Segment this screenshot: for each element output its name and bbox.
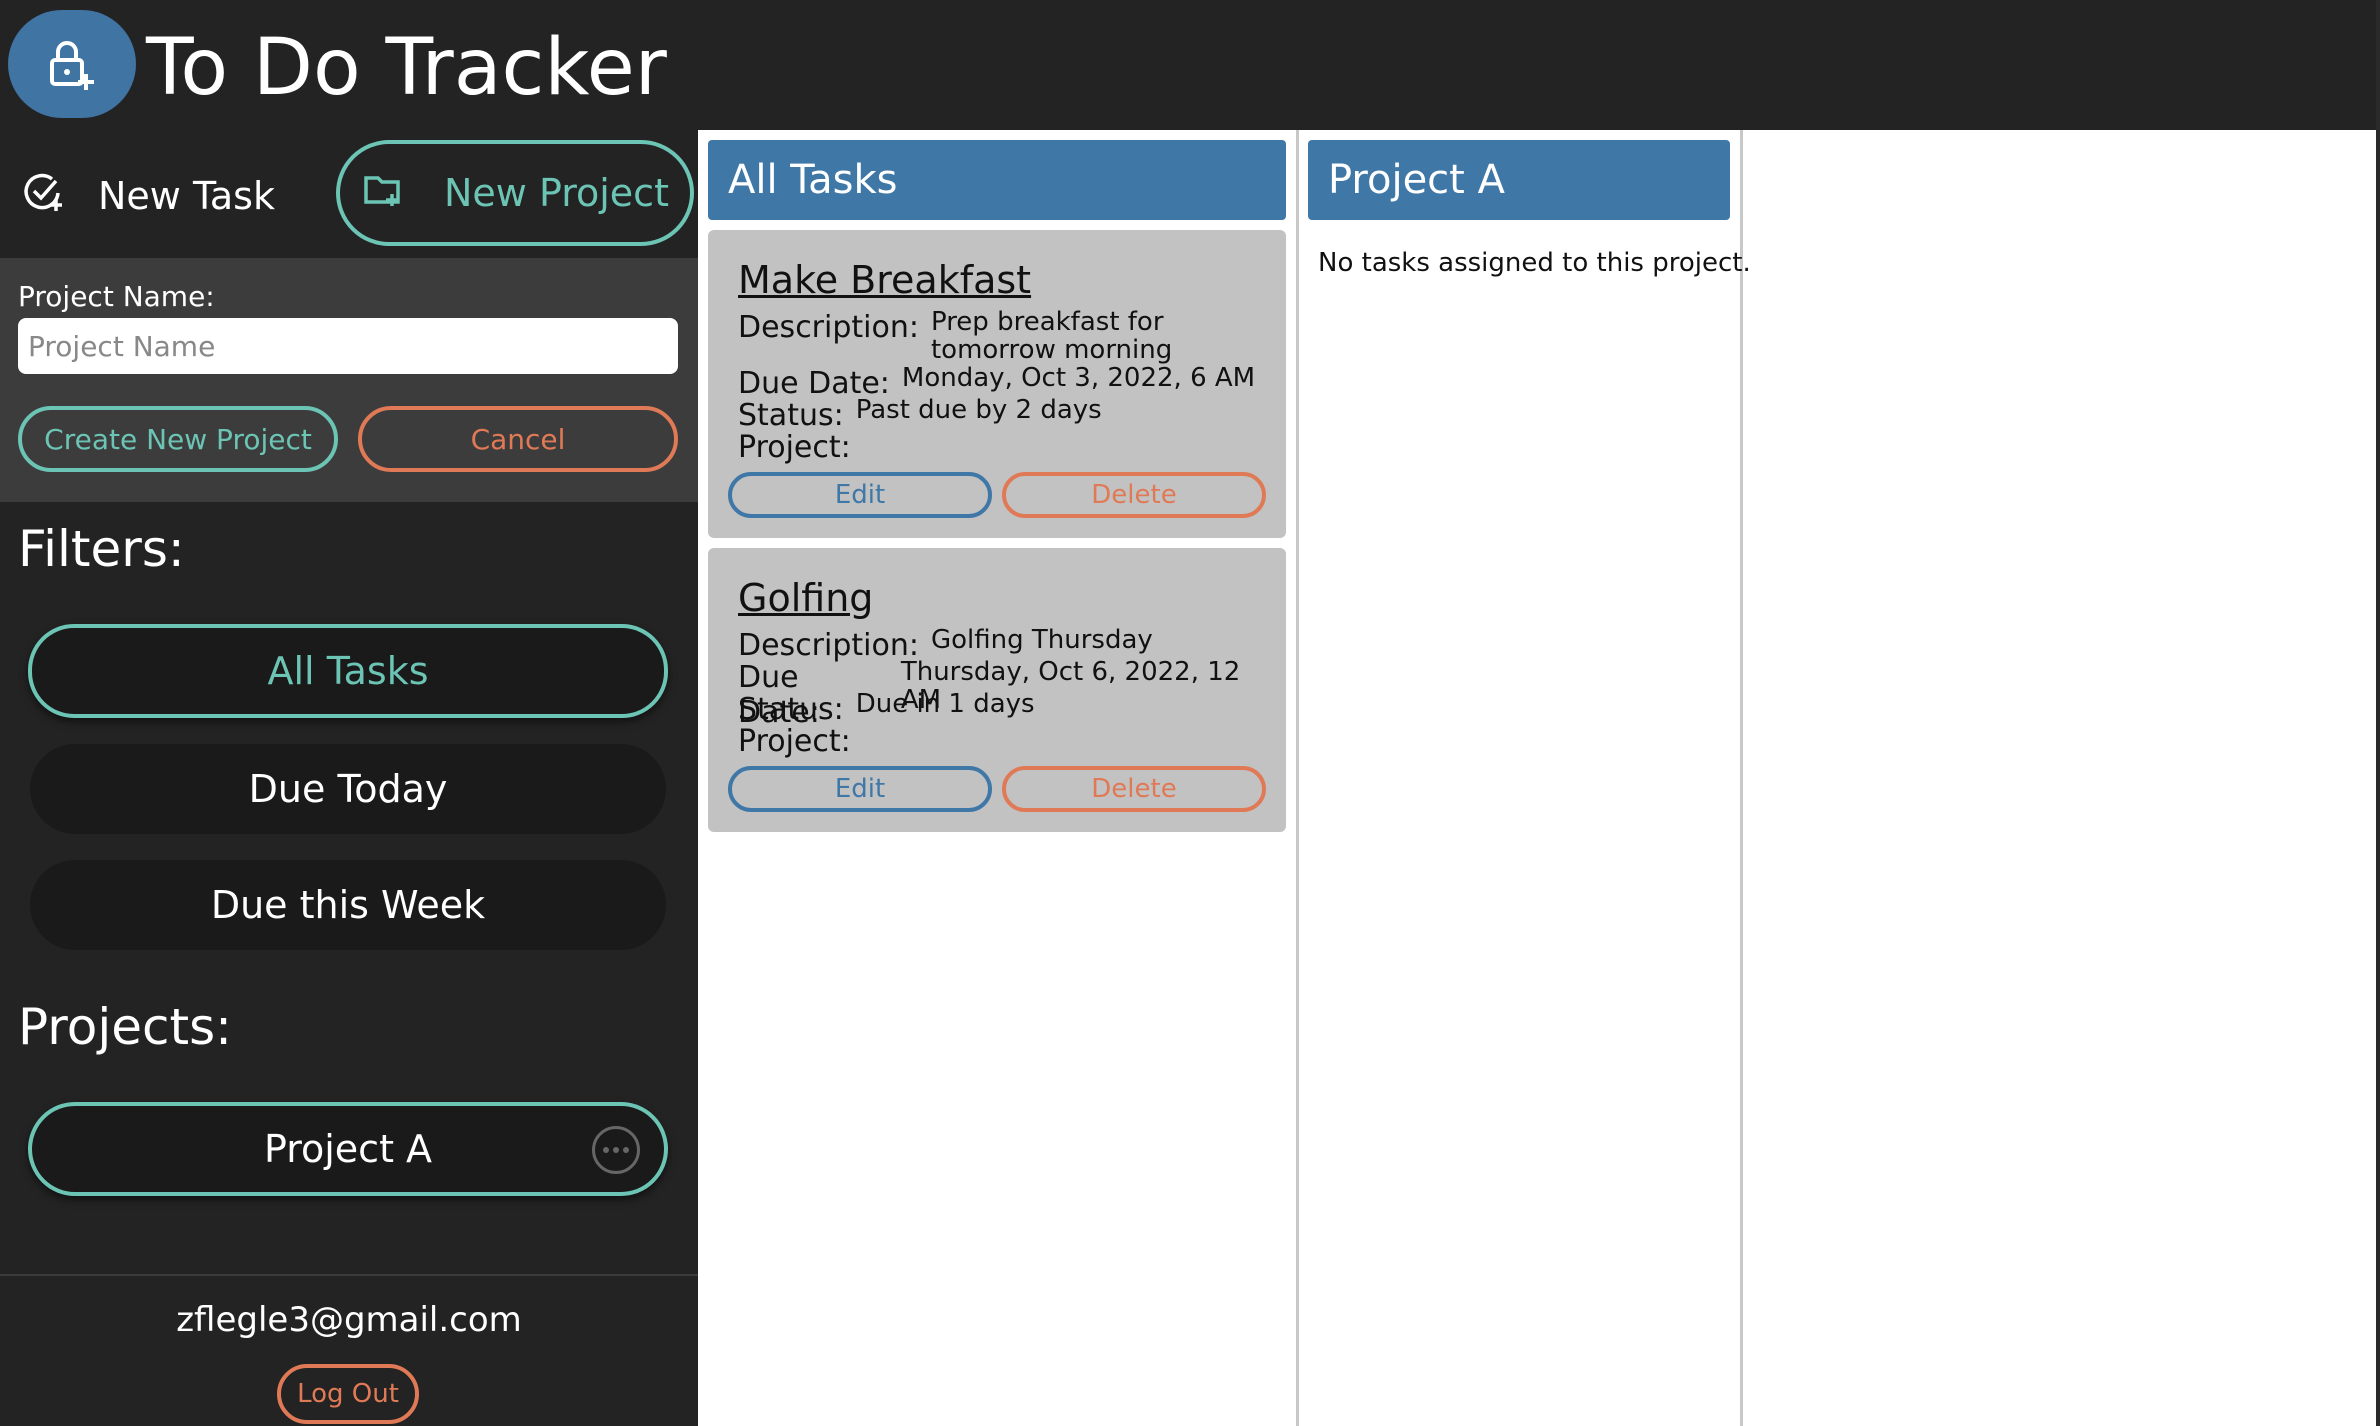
task-card: Golfing Description: Golfing Thursday Du…	[708, 548, 1286, 832]
window-edge	[2376, 0, 2380, 1426]
edit-task-button[interactable]: Edit	[728, 472, 992, 518]
status-value: Past due by 2 days	[855, 395, 1102, 425]
lock-plus-icon[interactable]	[8, 10, 136, 118]
all-tasks-header: All Tasks	[708, 140, 1286, 220]
new-task-label: New Task	[98, 174, 275, 218]
check-plus-icon	[22, 171, 64, 222]
project-column-header: Project A	[1308, 140, 1730, 220]
create-project-button[interactable]: Create New Project	[18, 406, 338, 472]
filter-due-today[interactable]: Due Today	[30, 744, 666, 834]
delete-task-button[interactable]: Delete	[1002, 472, 1266, 518]
task-status: Status: Due in 1 days	[738, 689, 1035, 727]
filter-all-tasks[interactable]: All Tasks	[28, 624, 668, 718]
empty-project-message: No tasks assigned to this project.	[1318, 248, 1751, 278]
project-name-label: Project Name:	[18, 280, 215, 313]
task-description: Description: Prep breakfast for tomorrow…	[738, 307, 1181, 365]
user-email: zflegle3@gmail.com	[176, 1300, 522, 1340]
task-project: Project:	[738, 724, 851, 759]
more-options-icon[interactable]	[592, 1126, 640, 1174]
project-item-a[interactable]: Project A	[28, 1102, 668, 1196]
column-divider	[1296, 130, 1299, 1426]
projects-heading: Projects:	[18, 998, 232, 1056]
cancel-button[interactable]: Cancel	[358, 406, 678, 472]
app-header: To Do Tracker	[0, 0, 2376, 130]
new-project-button[interactable]: New Project	[336, 140, 694, 246]
edit-task-button[interactable]: Edit	[728, 766, 992, 812]
filter-due-this-week[interactable]: Due this Week	[30, 860, 666, 950]
column-divider	[1740, 130, 1743, 1426]
status-label: Status:	[738, 692, 844, 727]
new-project-label: New Project	[444, 171, 669, 215]
status-label: Status:	[738, 398, 844, 433]
task-title[interactable]: Make Breakfast	[738, 258, 1031, 302]
project-label: Project:	[738, 430, 851, 465]
folder-plus-icon	[362, 170, 404, 217]
task-title[interactable]: Golfing	[738, 576, 873, 620]
description-label: Description:	[738, 628, 919, 663]
sidebar-actions: New Task New Project	[0, 130, 698, 258]
task-project: Project:	[738, 430, 851, 465]
description-label: Description:	[738, 310, 919, 345]
sidebar: New Task New Project Project Name: Creat…	[0, 130, 698, 1426]
task-status: Status: Past due by 2 days	[738, 395, 1102, 433]
logout-button[interactable]: Log Out	[277, 1364, 419, 1424]
filters-heading: Filters:	[18, 520, 185, 578]
app-title: To Do Tracker	[146, 23, 667, 113]
new-project-form: Project Name: Create New Project Cancel	[0, 258, 698, 502]
project-label: Project:	[738, 724, 851, 759]
status-value: Due in 1 days	[855, 689, 1035, 719]
delete-task-button[interactable]: Delete	[1002, 766, 1266, 812]
project-item-label: Project A	[263, 1127, 433, 1171]
project-name-input[interactable]	[18, 318, 678, 374]
new-task-button[interactable]: New Task	[22, 166, 275, 226]
task-card: Make Breakfast Description: Prep breakfa…	[708, 230, 1286, 538]
sidebar-footer: zflegle3@gmail.com Log Out	[0, 1274, 698, 1426]
description-value: Prep breakfast for tomorrow morning	[930, 307, 1173, 365]
